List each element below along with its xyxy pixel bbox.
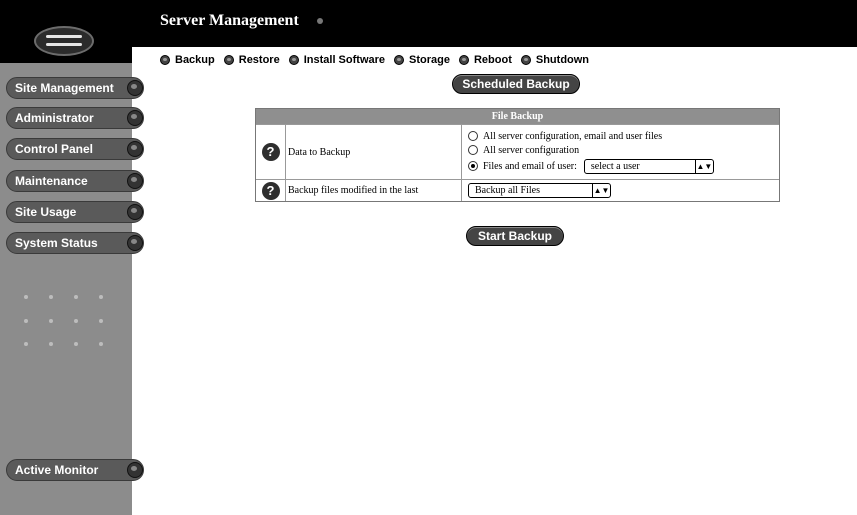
dot-icon: [24, 295, 28, 299]
help-icon[interactable]: ?: [261, 143, 280, 161]
radio-button-selected[interactable]: [468, 161, 478, 171]
sidebar-item-label: Site Usage: [15, 205, 77, 219]
nav-label: Install Software: [303, 54, 386, 66]
knob-icon: [127, 173, 143, 189]
help-cell: ?: [256, 125, 286, 179]
sidebar-item-system-status[interactable]: System Status: [6, 232, 144, 254]
nav-shutdown[interactable]: Shutdown: [520, 52, 590, 68]
sidebar-item-label: Site Management: [15, 81, 114, 95]
sidebar-item-label: Control Panel: [15, 142, 94, 156]
dot-icon: [99, 319, 103, 323]
option-server-config[interactable]: All server configuration: [468, 143, 779, 157]
data-to-backup-row: ? Data to Backup All server configuratio…: [256, 124, 779, 179]
help-cell: ?: [256, 180, 286, 201]
sidebar-item-label: Maintenance: [15, 174, 88, 188]
modified-files-row: ? Backup files modified in the last Back…: [256, 179, 779, 201]
header: Server Management: [132, 0, 857, 47]
updown-arrow-icon: ▲▼: [694, 159, 713, 173]
subnav: Backup Restore Install Software Storage …: [160, 52, 589, 68]
title-dot-icon: [317, 18, 323, 24]
page-title: Server Management: [160, 12, 299, 29]
knob-icon: [127, 110, 143, 126]
modified-files-label: Backup files modified in the last: [286, 180, 462, 201]
nav-storage[interactable]: Storage: [394, 52, 450, 68]
sidebar-item-label: Active Monitor: [15, 463, 99, 477]
nav-backup[interactable]: Backup: [160, 52, 215, 68]
knob-icon: [127, 141, 143, 157]
knob-icon: [127, 204, 143, 220]
bullet-icon: [520, 55, 531, 65]
bullet-icon: [223, 55, 234, 65]
dot-icon: [74, 342, 78, 346]
sidebar-item-administrator[interactable]: Administrator: [6, 107, 144, 129]
dot-icon: [99, 295, 103, 299]
start-backup-button[interactable]: Start Backup: [466, 226, 564, 246]
logo-icon: [34, 26, 94, 56]
modified-files-select[interactable]: Backup all Files ▲▼: [468, 183, 611, 198]
radio-button[interactable]: [468, 145, 478, 155]
scheduled-backup-button[interactable]: Scheduled Backup: [452, 74, 580, 94]
sidebar-item-label: System Status: [15, 236, 98, 250]
sidebar-item-site-management[interactable]: Site Management: [6, 77, 144, 99]
updown-arrow-icon: ▲▼: [592, 184, 610, 197]
option-all-files[interactable]: All server configuration, email and user…: [468, 129, 779, 143]
nav-restore[interactable]: Restore: [223, 52, 280, 68]
bullet-icon: [288, 55, 299, 65]
file-backup-form: File Backup ? Data to Backup All server …: [255, 108, 780, 202]
data-to-backup-label: Data to Backup: [286, 125, 462, 179]
nav-label: Storage: [409, 54, 450, 66]
nav-label: Backup: [175, 54, 215, 66]
sidebar-item-active-monitor[interactable]: Active Monitor: [6, 459, 144, 481]
bullet-icon: [458, 55, 469, 65]
dot-icon: [49, 319, 53, 323]
data-to-backup-options: All server configuration, email and user…: [462, 125, 779, 179]
modified-files-value: Backup all Files ▲▼: [462, 180, 779, 201]
nav-install-software[interactable]: Install Software: [288, 52, 386, 68]
nav-reboot[interactable]: Reboot: [458, 52, 512, 68]
dot-icon: [74, 319, 78, 323]
dot-icon: [49, 295, 53, 299]
logo-bar: [0, 0, 132, 63]
dot-icon: [24, 342, 28, 346]
dot-icon: [99, 342, 103, 346]
nav-label: Shutdown: [535, 54, 590, 66]
modified-files-select-value: Backup all Files: [475, 185, 540, 196]
sidebar-item-control-panel[interactable]: Control Panel: [6, 138, 144, 160]
nav-label: Reboot: [473, 54, 512, 66]
help-icon[interactable]: ?: [261, 181, 280, 200]
sidebar: Site Management Administrator Control Pa…: [0, 0, 144, 515]
knob-icon: [127, 80, 143, 96]
bullet-icon: [160, 55, 170, 65]
user-select[interactable]: select a user ▲▼: [583, 158, 714, 174]
option-user-files[interactable]: Files and email of user: select a user ▲…: [468, 157, 779, 175]
sidebar-item-maintenance[interactable]: Maintenance: [6, 170, 144, 192]
dot-icon: [24, 319, 28, 323]
option-label: Files and email of user:: [483, 160, 577, 172]
sidebar-item-label: Administrator: [15, 111, 94, 125]
bullet-icon: [394, 55, 405, 65]
form-title: File Backup: [256, 109, 779, 124]
sidebar-item-site-usage[interactable]: Site Usage: [6, 201, 144, 223]
dot-icon: [74, 295, 78, 299]
knob-icon: [127, 462, 143, 478]
nav-label: Restore: [238, 54, 280, 66]
option-label: All server configuration: [483, 144, 580, 156]
option-label: All server configuration, email and user…: [483, 130, 663, 142]
user-select-value: select a user: [590, 160, 640, 172]
radio-button[interactable]: [468, 131, 478, 141]
knob-icon: [127, 235, 143, 251]
dot-icon: [49, 342, 53, 346]
